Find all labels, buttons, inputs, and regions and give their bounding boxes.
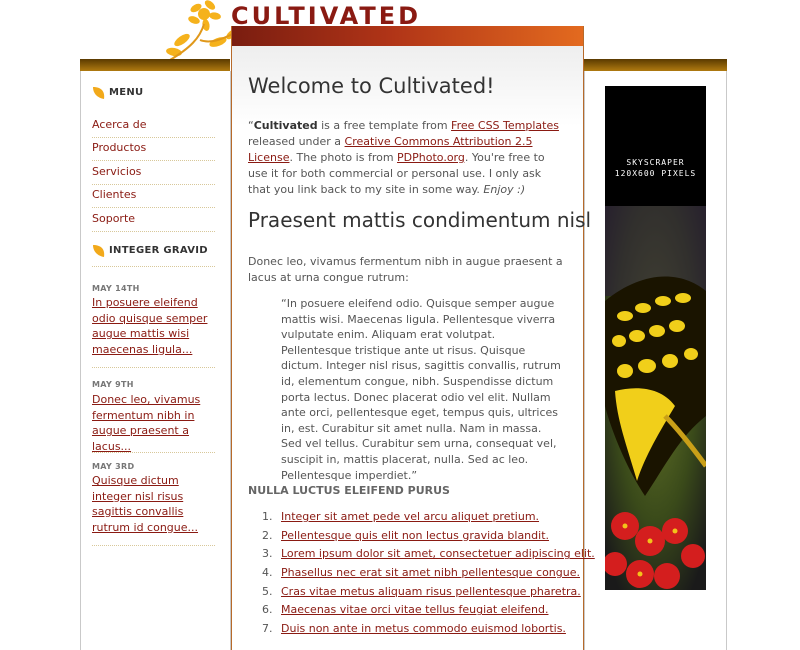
sidebar-item-acerca-de[interactable]: Acerca de <box>92 114 215 138</box>
pdphoto-link[interactable]: PDPhoto.org <box>397 151 465 164</box>
leaf-icon <box>93 87 105 99</box>
sidebar-item-clientes[interactable]: Clientes <box>92 184 215 208</box>
divider <box>92 367 215 368</box>
section-paragraph: Donec leo, vivamus fermentum nibh in aug… <box>248 255 563 284</box>
news-link[interactable]: Quisque dictum integer nisl risus sagitt… <box>92 473 218 535</box>
list-item: 7. Duis non ante in metus commodo euismod… <box>262 622 566 636</box>
leaf-icon <box>93 245 105 257</box>
list-heading: NULLA LUCTUS ELEIFEND PURUS <box>248 484 450 497</box>
content-header-bar <box>232 26 583 46</box>
list-link[interactable]: Integer sit amet pede vel arcu aliquet p… <box>281 510 539 523</box>
divider <box>92 452 215 453</box>
sidebar-item-productos[interactable]: Productos <box>92 137 215 161</box>
divider <box>92 266 215 267</box>
list-item: 4. Phasellus nec erat sit amet nibh pelle… <box>262 566 580 580</box>
list-item: 6. Maecenas vitae orci vitae tellus feugi… <box>262 603 549 617</box>
header-band-left <box>80 59 230 71</box>
blockquote: “In posuere eleifend odio. Quisque sempe… <box>281 297 561 482</box>
sidebar-item-soporte[interactable]: Soporte <box>92 208 215 232</box>
ordered-list: 1. Integer sit amet pede vel arcu aliquet… <box>262 510 595 641</box>
divider <box>92 545 215 546</box>
news-link[interactable]: Donec leo, vivamus fermentum nibh in aug… <box>92 392 218 454</box>
list-link[interactable]: Duis non ante in metus commodo euismod l… <box>281 622 566 635</box>
list-link[interactable]: Maecenas vitae orci vitae tellus feugiat… <box>281 603 548 616</box>
list-item: 5. Cras vitae metus aliquam risus pellent… <box>262 584 581 598</box>
page-title: Welcome to Cultivated! <box>248 74 495 98</box>
sidebar-item-servicios[interactable]: Servicios <box>92 161 215 185</box>
list-link[interactable]: Phasellus nec erat sit amet nibh pellent… <box>281 566 580 579</box>
section-title: Praesent mattis condimentum nisl <box>248 208 592 232</box>
list-link[interactable]: Cras vitae metus aliquam risus pellentes… <box>281 585 581 598</box>
list-item: 2. Pellentesque quis elit non lectus grav… <box>262 528 550 542</box>
news-date: MAY 14TH <box>92 284 140 293</box>
list-link[interactable]: Lorem ipsum dolor sit amet, consectetuer… <box>281 547 595 560</box>
ad-label: SKYSCRAPER 120X600 PIXELS <box>614 158 697 178</box>
list-link[interactable]: Pellentesque quis elit non lectus gravid… <box>281 529 549 542</box>
free-css-templates-link[interactable]: Free CSS Templates <box>451 119 559 132</box>
news-date: MAY 9TH <box>92 380 134 389</box>
list-item: 1. Integer sit amet pede vel arcu aliquet… <box>262 510 540 523</box>
brand-name: Cultivated <box>253 119 318 132</box>
news-date: MAY 3RD <box>92 462 135 471</box>
news-link[interactable]: In posuere eleifend odio quisque semper … <box>92 295 218 357</box>
header-band-right <box>584 59 727 71</box>
intro-paragraph: “Cultivated is a free template from Free… <box>248 119 559 196</box>
skyscraper-ad[interactable]: SKYSCRAPER 120X600 PIXELS <box>605 86 706 590</box>
list-item: 3. Lorem ipsum dolor sit amet, consectetu… <box>262 547 595 561</box>
